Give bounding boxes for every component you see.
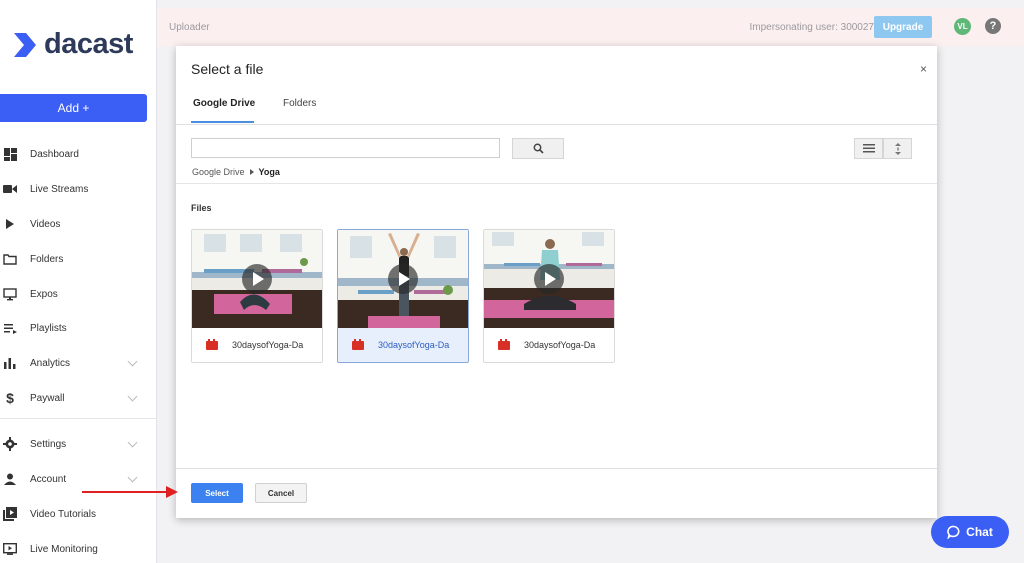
brand-name: dacast (44, 28, 133, 60)
file-name: 30daysofYoga-Da (524, 340, 596, 350)
avatar[interactable]: VL (954, 18, 971, 35)
sidebar-item-label: Videos (30, 218, 61, 230)
video-library-icon (3, 507, 17, 521)
file-card[interactable]: 30daysofYoga-Da (191, 229, 323, 363)
page-title: Uploader (169, 22, 210, 33)
sidebar-item-expos[interactable]: Expos (0, 281, 150, 307)
help-icon[interactable]: ? (985, 18, 1001, 34)
chevron-down-icon (127, 391, 138, 402)
search-icon (533, 143, 544, 154)
live-monitor-icon (3, 542, 17, 556)
sidebar-item-video-tutorials[interactable]: Video Tutorials (0, 501, 150, 527)
upgrade-button[interactable]: Upgrade (874, 16, 932, 38)
dashboard-icon (3, 147, 17, 161)
play-overlay-icon (534, 264, 564, 294)
sidebar-item-label: Account (30, 473, 67, 485)
sidebar-item-folders[interactable]: Folders (0, 246, 150, 272)
sidebar: dacast Add + Dashboard Live Streams Vide… (0, 0, 157, 563)
top-bar: Uploader Impersonating user: 300027 Upgr… (157, 8, 1024, 46)
sidebar-item-videos[interactable]: Videos (0, 211, 150, 237)
chevron-down-icon (127, 472, 138, 483)
dollar-icon: $ (6, 390, 14, 406)
tab-google-drive[interactable]: Google Drive (193, 98, 255, 109)
play-icon (3, 217, 17, 231)
dialog-title: Select a file (191, 61, 264, 77)
select-button[interactable]: Select (191, 483, 243, 503)
breadcrumb: Google Drive Yoga (192, 167, 280, 177)
sidebar-item-label: Paywall (30, 392, 65, 404)
folder-icon (3, 252, 17, 266)
footer-divider (176, 468, 937, 469)
sidebar-item-settings[interactable]: Settings (0, 431, 150, 457)
tab-divider (176, 124, 937, 125)
sidebar-divider (0, 418, 156, 419)
sidebar-item-analytics[interactable]: Analytics (0, 350, 150, 376)
video-file-icon (206, 339, 218, 350)
sidebar-item-dashboard[interactable]: Dashboard (0, 141, 150, 167)
sort-button[interactable] (883, 138, 912, 159)
tab-folders[interactable]: Folders (283, 98, 316, 109)
chevron-down-icon (127, 437, 138, 448)
active-tab-indicator (191, 121, 254, 123)
breadcrumb-root[interactable]: Google Drive (192, 167, 245, 177)
sidebar-item-label: Folders (30, 253, 64, 265)
gear-icon (3, 437, 17, 451)
impersonation-status: Impersonating user: 300027 (749, 22, 874, 33)
dacast-logo[interactable]: dacast (12, 28, 133, 61)
sidebar-item-label: Video Tutorials (30, 508, 96, 520)
play-overlay-icon (242, 264, 272, 294)
close-icon[interactable]: × (920, 62, 927, 76)
chat-label: Chat (966, 525, 993, 539)
video-file-icon (498, 339, 510, 350)
file-name: 30daysofYoga-Da (232, 340, 304, 350)
video-thumbnail (192, 230, 322, 328)
bar-chart-icon (3, 356, 17, 370)
file-card[interactable]: 30daysofYoga-Da (483, 229, 615, 363)
file-name: 30daysofYoga-Da (378, 340, 450, 350)
search-input[interactable] (191, 138, 500, 158)
chat-button[interactable]: Chat (931, 516, 1009, 548)
files-heading: Files (191, 203, 212, 213)
breadcrumb-current: Yoga (258, 167, 280, 177)
sidebar-item-live-streams[interactable]: Live Streams (0, 176, 150, 202)
sort-icon (894, 142, 901, 155)
user-icon (3, 472, 17, 486)
list-view-icon (862, 144, 875, 153)
sidebar-item-label: Analytics (30, 357, 71, 369)
sidebar-item-label: Dashboard (30, 148, 79, 160)
playlist-icon (3, 321, 17, 335)
sidebar-item-label: Live Monitoring (30, 543, 98, 555)
sidebar-item-paywall[interactable]: $ Paywall (0, 385, 150, 411)
video-thumbnail (338, 230, 468, 328)
play-overlay-icon (388, 264, 418, 294)
sidebar-item-label: Expos (30, 288, 58, 300)
search-button[interactable] (512, 138, 564, 159)
sidebar-item-live-monitoring[interactable]: Live Monitoring (0, 536, 150, 562)
breadcrumb-arrow-icon (249, 169, 254, 175)
file-card-selected[interactable]: 30daysofYoga-Da (337, 229, 469, 363)
sidebar-item-label: Playlists (30, 322, 67, 334)
select-file-dialog: Select a file × Google Drive Folders Goo… (176, 46, 937, 518)
add-button[interactable]: Add + (0, 94, 147, 122)
divider (176, 183, 937, 184)
cancel-button[interactable]: Cancel (255, 483, 307, 503)
chevron-down-icon (127, 356, 138, 367)
sidebar-item-playlists[interactable]: Playlists (0, 315, 150, 341)
dacast-logo-icon (14, 32, 36, 57)
chat-bubble-icon (947, 525, 960, 539)
list-view-button[interactable] (854, 138, 883, 159)
monitor-icon (3, 287, 17, 301)
sidebar-item-label: Settings (30, 438, 67, 450)
annotation-arrow-icon (82, 486, 178, 498)
camera-icon (3, 182, 17, 196)
sidebar-item-label: Live Streams (30, 183, 89, 195)
video-file-icon (352, 339, 364, 350)
video-thumbnail (484, 230, 614, 328)
